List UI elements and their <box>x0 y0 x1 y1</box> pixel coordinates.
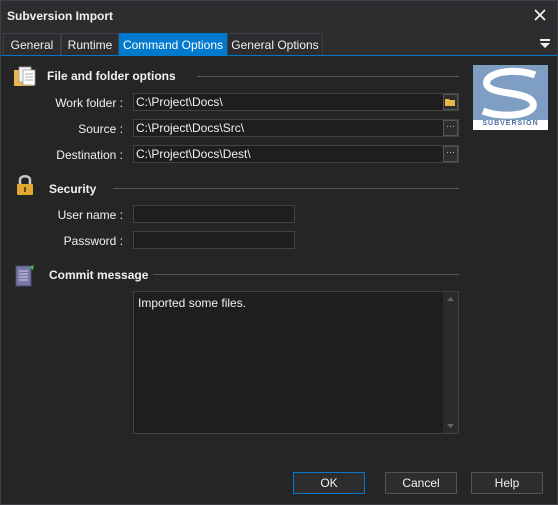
tab-command-options[interactable]: Command Options <box>119 33 227 55</box>
section-divider <box>197 76 459 77</box>
source-input[interactable]: C:\Project\Docs\Src\ <box>133 119 459 137</box>
tab-bar: General Runtime Command Options General … <box>1 31 557 56</box>
section-divider <box>113 188 459 189</box>
commit-document-icon <box>14 264 36 291</box>
ok-button[interactable]: OK <box>293 472 365 494</box>
password-input[interactable] <box>133 231 295 249</box>
browse-source-icon[interactable]: ··· <box>443 120 458 136</box>
title-bar: Subversion Import <box>1 1 557 31</box>
work-folder-input[interactable]: C:\Project\Docs\ <box>133 93 459 111</box>
window-title: Subversion Import <box>7 9 114 23</box>
dialog-window: Subversion Import General Runtime Comman… <box>0 0 558 505</box>
subversion-logo: SUBVERSION <box>473 65 548 130</box>
folder-files-icon <box>13 66 37 91</box>
close-icon[interactable] <box>531 6 549 24</box>
command-options-panel: File and folder options Work folder : C:… <box>1 56 557 504</box>
logo-text: SUBVERSION <box>482 120 539 127</box>
work-folder-label: Work folder : <box>55 96 123 110</box>
commit-message-heading: Commit message <box>49 268 149 282</box>
username-label: User name : <box>57 208 123 222</box>
commit-message-text: Imported some files. <box>138 296 247 310</box>
file-folder-options-heading: File and folder options <box>47 69 176 83</box>
username-input[interactable] <box>133 205 295 223</box>
tab-runtime[interactable]: Runtime <box>61 33 119 55</box>
cancel-button[interactable]: Cancel <box>385 472 457 494</box>
security-heading: Security <box>49 182 97 196</box>
tab-general[interactable]: General <box>3 33 61 55</box>
destination-label: Destination : <box>56 148 123 162</box>
commit-message-scrollbar[interactable] <box>443 292 458 433</box>
help-button[interactable]: Help <box>471 472 543 494</box>
password-label: Password : <box>63 234 123 248</box>
section-divider <box>153 274 459 275</box>
commit-message-textarea[interactable]: Imported some files. <box>133 291 459 434</box>
tab-menu-icon[interactable] <box>539 37 551 49</box>
browse-destination-icon[interactable]: ··· <box>443 146 458 162</box>
tab-general-options[interactable]: General Options <box>227 33 323 55</box>
source-label: Source : <box>78 122 123 136</box>
destination-input[interactable]: C:\Project\Docs\Dest\ <box>133 145 459 163</box>
browse-folder-icon[interactable] <box>443 94 458 110</box>
padlock-icon <box>15 174 35 199</box>
